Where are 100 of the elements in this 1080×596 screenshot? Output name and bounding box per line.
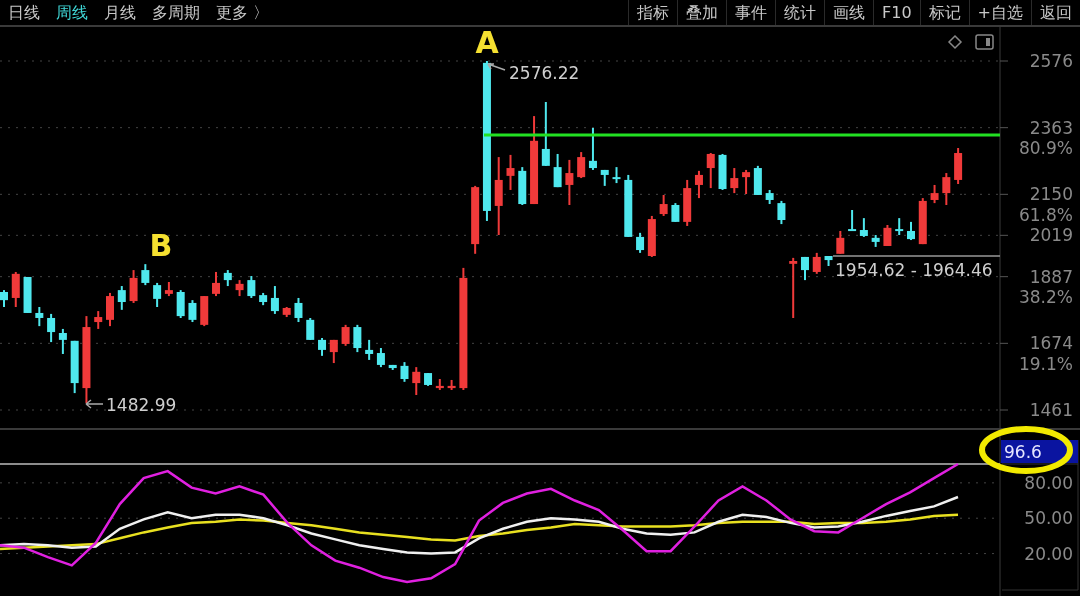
candlestick: [930, 183, 939, 205]
marker-label: B: [149, 228, 173, 263]
candlestick: [11, 270, 20, 308]
candlestick: [742, 168, 751, 196]
axis-label: 1674: [1029, 333, 1073, 354]
candlestick: [683, 178, 692, 227]
toolbar-button[interactable]: 画线: [824, 0, 874, 25]
candlestick: [235, 279, 244, 298]
axis-label: 2363: [1029, 117, 1073, 138]
period-tab[interactable]: 多周期: [144, 0, 208, 25]
candlestick: [659, 193, 668, 217]
ratio-label: 19.1%: [1019, 354, 1073, 374]
candlestick: [753, 164, 762, 196]
candlestick: [541, 101, 550, 167]
candlestick: [848, 209, 857, 232]
candlestick: [801, 255, 809, 282]
candlestick: [35, 306, 44, 328]
period-tab[interactable]: 月线: [96, 0, 144, 25]
candlestick: [612, 166, 621, 185]
candlestick: [706, 152, 715, 190]
candlestick: [294, 296, 303, 324]
candlestick: [282, 306, 291, 319]
candlestick: [859, 217, 868, 238]
candlestick: [341, 323, 350, 347]
candlestick: [907, 220, 915, 242]
ratio-label: 38.2%: [1019, 287, 1073, 307]
leader-line: [85, 399, 104, 409]
candlestick: [565, 158, 574, 206]
candlestick: [424, 372, 433, 387]
candlestick: [212, 270, 220, 298]
candlestick: [247, 275, 256, 299]
axis-label: 50.00: [1024, 508, 1073, 529]
candlestick: [506, 153, 515, 191]
candlestick: [824, 255, 833, 267]
high-price-label: 2576.22: [509, 63, 580, 83]
toolbar-button[interactable]: 标记: [919, 0, 969, 25]
candlestick: [954, 147, 963, 185]
period-tab[interactable]: 更多 〉: [208, 0, 278, 25]
candlestick: [129, 269, 138, 304]
candlestick: [789, 256, 798, 319]
candlestick: [329, 338, 338, 365]
candlestick: [647, 214, 656, 258]
candlestick: [388, 363, 397, 371]
candlestick: [636, 231, 645, 254]
low-price-label: 1482.99: [106, 395, 177, 415]
ratio-label: 80.9%: [1019, 138, 1073, 158]
candlestick: [871, 234, 880, 248]
candlestick: [164, 281, 173, 298]
candlestick: [694, 169, 703, 200]
candlestick: [600, 168, 609, 187]
candlestick: [812, 251, 821, 275]
candlestick: [318, 337, 327, 357]
candlestick: [730, 167, 739, 195]
toolbar-button[interactable]: F10: [873, 0, 920, 25]
candlestick: [671, 202, 680, 223]
candlestick: [412, 366, 421, 396]
candlestick: [895, 217, 904, 237]
panel-toggle-icon[interactable]: [975, 34, 994, 50]
candlestick: [883, 224, 892, 247]
candlestick: [117, 285, 126, 311]
axis-label: 1887: [1029, 266, 1073, 287]
candlestick: [259, 291, 268, 307]
toolbar-button[interactable]: 事件: [726, 0, 776, 25]
toolbar-button[interactable]: 指标: [628, 0, 678, 25]
leader-line: [487, 63, 506, 71]
period-tab[interactable]: 日线: [0, 0, 48, 25]
candlestick: [765, 188, 774, 206]
toolbar-button[interactable]: 返回: [1031, 0, 1080, 25]
axis-label: 1461: [1029, 400, 1073, 420]
candlestick: [624, 173, 633, 238]
candlestick: [94, 310, 103, 330]
candlestick: [918, 197, 927, 246]
marker-label: A: [475, 27, 499, 60]
candlestick: [376, 347, 385, 369]
candlestick: [777, 199, 786, 226]
candlestick: [718, 152, 727, 191]
candlestick: [553, 152, 562, 189]
candlestick: [447, 378, 456, 391]
candlestick: [518, 166, 527, 206]
candlestick: [106, 291, 114, 328]
diamond-icon[interactable]: [947, 34, 963, 50]
candlestick: [153, 281, 162, 308]
candlestick: [471, 184, 480, 255]
candlestick: [588, 127, 597, 171]
candlestick: [176, 289, 185, 319]
candlestick: [365, 338, 374, 361]
candlestick: [400, 361, 409, 383]
ratio-label: 61.8%: [1019, 205, 1073, 225]
toolbar-button[interactable]: 叠加: [677, 0, 727, 25]
candlestick: [435, 378, 444, 391]
axis-label: 80.00: [1024, 472, 1073, 493]
period-tab[interactable]: 周线: [48, 0, 96, 25]
candlestick: [270, 285, 279, 315]
indicator-value: 96.6: [1004, 442, 1042, 462]
candlestick: [0, 289, 8, 308]
toolbar-button[interactable]: 统计: [775, 0, 825, 25]
axis-label: 2576: [1029, 51, 1073, 71]
candlestick: [70, 339, 79, 395]
toolbar-button[interactable]: +自选: [968, 0, 1031, 25]
candlestick: [188, 299, 197, 324]
